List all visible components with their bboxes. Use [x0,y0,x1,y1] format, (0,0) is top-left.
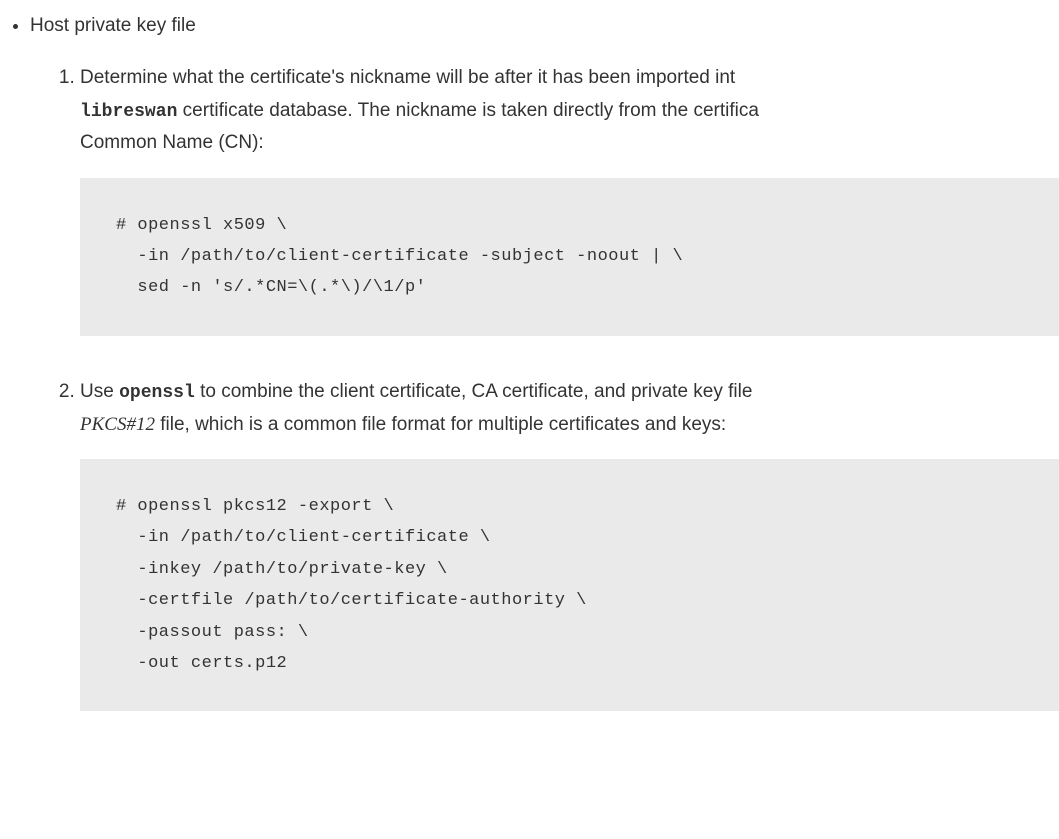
step-1: Determine what the certificate's nicknam… [80,62,1059,336]
step-1-text-3: Common Name (CN): [80,132,264,153]
bullet-title: Host private key file [30,15,196,36]
step-1-paragraph: Determine what the certificate's nicknam… [80,62,1059,159]
step-2-code-openssl: openssl [119,383,195,403]
step-1-code-block: # openssl x509 \ -in /path/to/client-cer… [80,178,1059,336]
step-1-text-1: Determine what the certificate's nicknam… [80,67,735,88]
step-2-text-1: Use [80,381,119,402]
step-2: Use openssl to combine the client certif… [80,376,1059,712]
step-2-text-3: file, which is a common file format for … [155,414,726,435]
step-2-text-2: to combine the client certificate, CA ce… [195,381,753,402]
step-2-italic-pkcs12: PKCS#12 [80,414,155,435]
step-2-code-block: # openssl pkcs12 -export \ -in /path/to/… [80,459,1059,712]
bullet-list: Host private key file Determine what the… [0,10,1059,711]
bullet-item: Host private key file Determine what the… [30,10,1059,711]
step-2-paragraph: Use openssl to combine the client certif… [80,376,1059,441]
step-1-code-libreswan: libreswan [80,102,177,122]
step-1-text-2: certificate database. The nickname is ta… [177,100,759,121]
numbered-list: Determine what the certificate's nicknam… [30,62,1059,711]
